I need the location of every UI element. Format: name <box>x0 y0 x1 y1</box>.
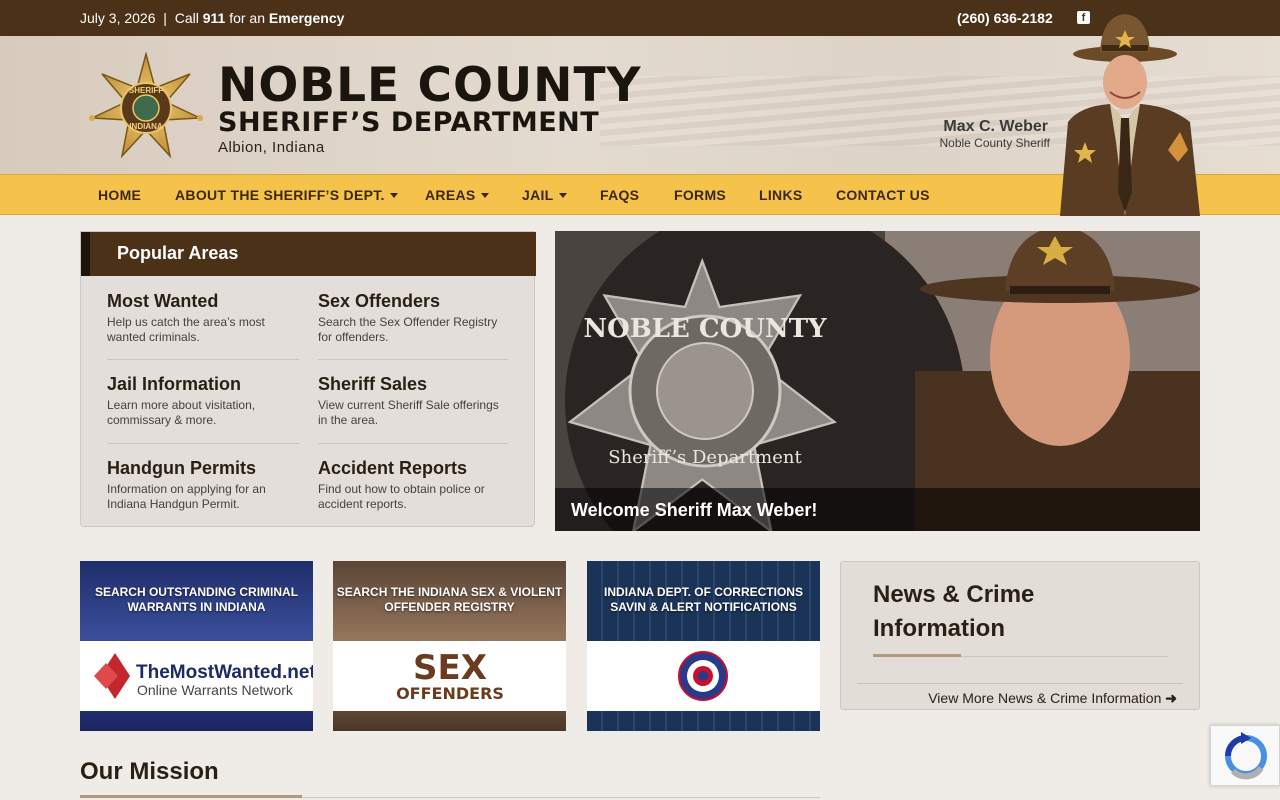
caret-down-icon <box>389 193 398 198</box>
svg-text:SHERIFF: SHERIFF <box>129 86 163 95</box>
divider <box>318 359 508 360</box>
nav-jail[interactable]: JAIL <box>522 187 567 203</box>
svg-text:SEX: SEX <box>413 648 487 688</box>
news-crime-panel: News & Crime Information View More News … <box>840 561 1200 710</box>
indiana-doc-seal-icon <box>587 641 820 711</box>
divider <box>107 443 299 444</box>
popular-areas-heading: Popular Areas <box>81 232 536 276</box>
title-underline-rule <box>961 656 1168 657</box>
nav-contact-us[interactable]: CONTACT US <box>836 187 930 203</box>
nav-areas[interactable]: AREAS <box>425 187 489 203</box>
nav-home[interactable]: HOME <box>98 187 141 203</box>
emergency-notice: July 3, 2026 | Call 911 for an Emergency <box>80 10 345 26</box>
popular-item-jail-information[interactable]: Jail Information Learn more about visita… <box>107 374 299 428</box>
sheriff-portrait <box>1060 14 1200 216</box>
phone-number[interactable]: (260) 636-2182 <box>957 10 1053 26</box>
svg-text:Sheriff’s Department: Sheriff’s Department <box>608 447 802 468</box>
svg-text:OFFENDERS: OFFENDERS <box>396 684 504 703</box>
nav-forms[interactable]: FORMS <box>674 187 726 203</box>
emergency-number: 911 <box>202 10 226 26</box>
current-date: July 3, 2026 <box>80 10 156 26</box>
popular-item-sex-offenders[interactable]: Sex Offenders Search the Sex Offender Re… <box>318 291 510 345</box>
view-more-news-link[interactable]: View More News & Crime Information ➜ <box>928 690 1177 707</box>
divider <box>107 359 299 360</box>
title-underline <box>80 795 302 798</box>
card-criminal-warrants[interactable]: SEARCH OUTSTANDING CRIMINAL WARRANTS IN … <box>80 561 313 731</box>
sheriff-badge-logo[interactable]: SHERIFF INDIANA <box>88 52 204 160</box>
sheriff-title: Noble County Sheriff <box>939 136 1050 150</box>
divider <box>318 443 508 444</box>
hero-caption: Welcome Sheriff Max Weber! <box>555 488 1200 531</box>
hero-image: NOBLE COUNTY Sheriff’s Department <box>555 231 1200 531</box>
news-title: News & Crime Information <box>873 581 1035 642</box>
most-wanted-logo: TheMostWanted.net Online Warrants Networ… <box>80 641 313 711</box>
popular-areas-panel: Popular Areas Most Wanted Help us catch … <box>80 231 536 527</box>
card-sex-offender-registry[interactable]: SEARCH THE INDIANA SEX & VIOLENT OFFENDE… <box>333 561 566 731</box>
site-title: NOBLE COUNTY <box>218 58 642 113</box>
site-location: Albion, Indiana <box>218 139 325 156</box>
nav-faqs[interactable]: FAQS <box>600 187 639 203</box>
svg-text:NOBLE COUNTY: NOBLE COUNTY <box>583 314 827 344</box>
popular-item-sheriff-sales[interactable]: Sheriff Sales View current Sheriff Sale … <box>318 374 510 428</box>
svg-text:TheMostWanted.net: TheMostWanted.net <box>136 662 313 683</box>
caret-down-icon <box>480 193 489 198</box>
nav-links[interactable]: LINKS <box>759 187 803 203</box>
popular-item-most-wanted[interactable]: Most Wanted Help us catch the area’s mos… <box>107 291 299 345</box>
svg-text:Online Warrants Network: Online Warrants Network <box>137 682 294 698</box>
arrow-right-icon: ➜ <box>1165 690 1177 706</box>
mission-heading: Our Mission <box>80 758 219 785</box>
popular-item-accident-reports[interactable]: Accident Reports Find out how to obtain … <box>318 458 510 512</box>
card-savin-notifications[interactable]: INDIANA DEPT. OF CORRECTIONS SAVIN & ALE… <box>587 561 820 731</box>
caret-down-icon <box>558 193 567 198</box>
nav-about[interactable]: ABOUT THE SHERIFF’S DEPT. <box>175 187 398 203</box>
svg-text:INDIANA: INDIANA <box>129 122 163 131</box>
site-subtitle: SHERIFF’S DEPARTMENT <box>218 107 600 138</box>
recaptcha-icon <box>1225 732 1267 780</box>
title-underline-rule <box>302 797 820 798</box>
popular-item-handgun-permits[interactable]: Handgun Permits Information on applying … <box>107 458 299 512</box>
divider <box>857 683 1183 684</box>
sex-offenders-logo: SEX OFFENDERS <box>333 641 566 711</box>
title-underline <box>873 654 961 657</box>
hero-slideshow[interactable]: NOBLE COUNTY Sheriff’s Department Welcom… <box>555 231 1200 531</box>
sheriff-name: Max C. Weber <box>943 118 1048 135</box>
recaptcha-badge[interactable] <box>1210 725 1280 786</box>
